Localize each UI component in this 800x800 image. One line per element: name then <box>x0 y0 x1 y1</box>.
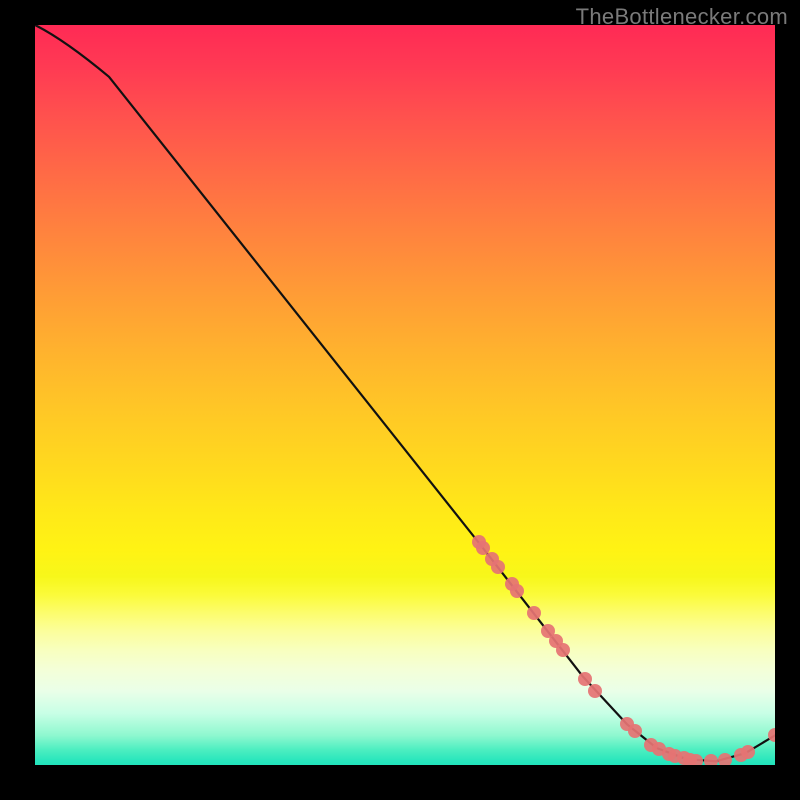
datapoint <box>578 672 592 686</box>
datapoint <box>718 753 732 765</box>
datapoint <box>527 606 541 620</box>
datapoint <box>628 724 642 738</box>
bottleneck-curve <box>35 25 775 761</box>
datapoint <box>704 754 718 765</box>
curve-svg <box>35 25 775 765</box>
chart-canvas: TheBottlenecker.com <box>0 0 800 800</box>
datapoint <box>741 745 755 759</box>
datapoint <box>689 754 703 765</box>
plot-area <box>35 25 775 765</box>
watermark-text: TheBottlenecker.com <box>576 4 788 30</box>
datapoint <box>556 643 570 657</box>
datapoint <box>491 560 505 574</box>
